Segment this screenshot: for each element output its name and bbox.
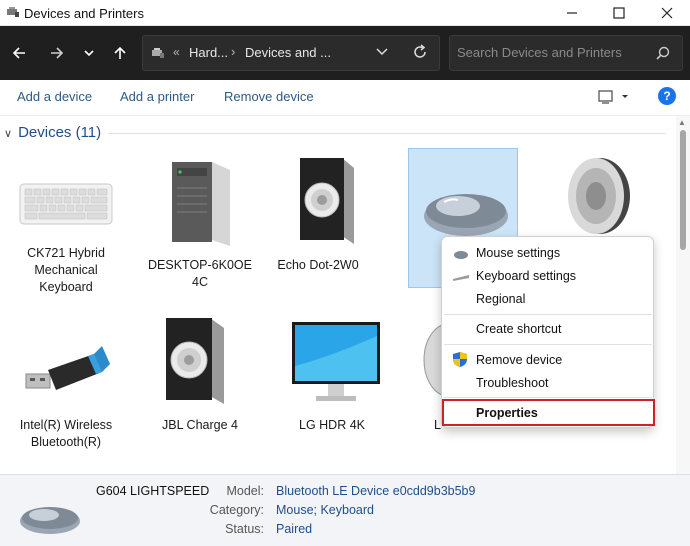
help-button[interactable]: ? (658, 87, 676, 105)
arrow-up-icon (114, 46, 126, 59)
recent-locations-button[interactable] (76, 40, 102, 66)
menu-item-keyboard-settings[interactable]: Keyboard settings (476, 269, 576, 283)
menu-item-remove-device[interactable]: Remove device (476, 353, 562, 367)
device-item[interactable]: Echo Dot-2W0 (262, 156, 374, 274)
minimize-button[interactable] (549, 0, 595, 26)
devices-printers-icon (7, 7, 19, 17)
change-view-button[interactable] (598, 89, 630, 110)
speaker-icon (166, 318, 224, 404)
navigation-bar: « Hard... › Devices and ... (0, 26, 690, 80)
breadcrumb-hardware[interactable]: Hard... (189, 45, 228, 60)
title-bar: Devices and Printers (0, 0, 690, 26)
menu-separator (444, 314, 652, 315)
speaker-icon (300, 158, 354, 244)
remove-device-button[interactable]: Remove device (224, 89, 314, 104)
breadcrumb-overflow[interactable]: « (173, 45, 180, 59)
add-device-button[interactable]: Add a device (17, 89, 92, 104)
keyboard-icon (453, 275, 469, 281)
minimize-icon (567, 12, 577, 14)
close-icon (661, 7, 673, 19)
menu-item-mouse-settings[interactable]: Mouse settings (476, 246, 560, 260)
breadcrumb-separator-icon[interactable]: › (231, 44, 235, 59)
window-title: Devices and Printers (24, 6, 144, 21)
chevron-down-icon (84, 50, 94, 57)
category-key: Category: (209, 503, 264, 517)
back-button[interactable] (6, 40, 32, 66)
up-button[interactable] (107, 40, 133, 66)
context-menu: Mouse settings Keyboard settings Regiona… (441, 236, 655, 428)
status-key: Status: (225, 522, 264, 536)
mouse-icon (454, 251, 468, 259)
chevron-down-icon[interactable]: ∨ (4, 127, 12, 140)
category-value: Mouse; Keyboard (276, 503, 374, 517)
menu-item-troubleshoot[interactable]: Troubleshoot (476, 376, 549, 390)
properties-highlight-box (442, 399, 655, 426)
scrollbar-thumb[interactable] (680, 130, 686, 250)
device-label: DESKTOP-6K0OE 4C (148, 258, 252, 289)
model-key: Model: (226, 484, 264, 498)
selected-device-name: G604 LIGHTSPEED (96, 484, 210, 498)
details-pane: G604 LIGHTSPEED Model: Bluetooth LE Devi… (0, 474, 690, 546)
scroll-up-icon[interactable]: ▲ (678, 118, 686, 127)
search-input[interactable] (457, 45, 647, 60)
device-label: Intel(R) Wireless Bluetooth(R) (19, 418, 113, 449)
group-divider (108, 133, 666, 134)
view-options-icon (598, 90, 628, 104)
device-label: JBL Charge 4 (162, 418, 238, 432)
chevron-down-icon[interactable] (375, 44, 389, 58)
close-button[interactable] (644, 0, 690, 26)
command-bar: Add a device Add a printer Remove device… (0, 80, 690, 116)
arrow-right-icon (51, 47, 64, 59)
device-item[interactable]: JBL Charge 4 (144, 316, 256, 434)
speaker-icon (568, 158, 630, 234)
keyboard-icon (19, 183, 113, 225)
arrow-left-icon (12, 47, 25, 59)
search-icon[interactable] (656, 46, 670, 60)
menu-separator (444, 397, 652, 398)
address-bar[interactable]: « Hard... › Devices and ... (142, 35, 440, 71)
refresh-icon[interactable] (411, 43, 429, 61)
group-header-devices[interactable]: ∨ Devices (11) (4, 124, 101, 141)
usb-adapter-icon (25, 346, 110, 390)
add-printer-button[interactable]: Add a printer (120, 89, 194, 104)
device-label: CK721 Hybrid Mechanical Keyboard (27, 246, 105, 294)
group-title: Devices (11) (18, 124, 102, 141)
device-item[interactable]: DESKTOP-6K0OE 4C (144, 156, 256, 291)
device-item[interactable]: CK721 Hybrid Mechanical Keyboard (10, 156, 122, 296)
device-item[interactable]: Intel(R) Wireless Bluetooth(R) (10, 316, 122, 451)
device-label: Echo Dot-2W0 (277, 258, 359, 272)
device-label: LG HDR 4K (299, 418, 365, 432)
menu-separator (444, 344, 652, 345)
devices-printers-icon (152, 48, 164, 58)
monitor-icon (292, 322, 380, 401)
maximize-icon (613, 7, 625, 19)
uac-shield-icon (453, 352, 467, 367)
model-value: Bluetooth LE Device e0cdd9b3b5b9 (276, 484, 476, 498)
menu-item-create-shortcut[interactable]: Create shortcut (476, 322, 561, 336)
status-value: Paired (276, 522, 313, 536)
menu-item-regional[interactable]: Regional (476, 292, 525, 306)
desktop-tower-icon (172, 162, 230, 246)
breadcrumb-devices-printers[interactable]: Devices and ... (245, 45, 331, 60)
search-box[interactable] (449, 35, 683, 71)
maximize-button[interactable] (596, 0, 642, 26)
forward-button[interactable] (44, 40, 70, 66)
device-item[interactable]: LG HDR 4K (276, 316, 388, 434)
mouse-icon (20, 507, 80, 534)
